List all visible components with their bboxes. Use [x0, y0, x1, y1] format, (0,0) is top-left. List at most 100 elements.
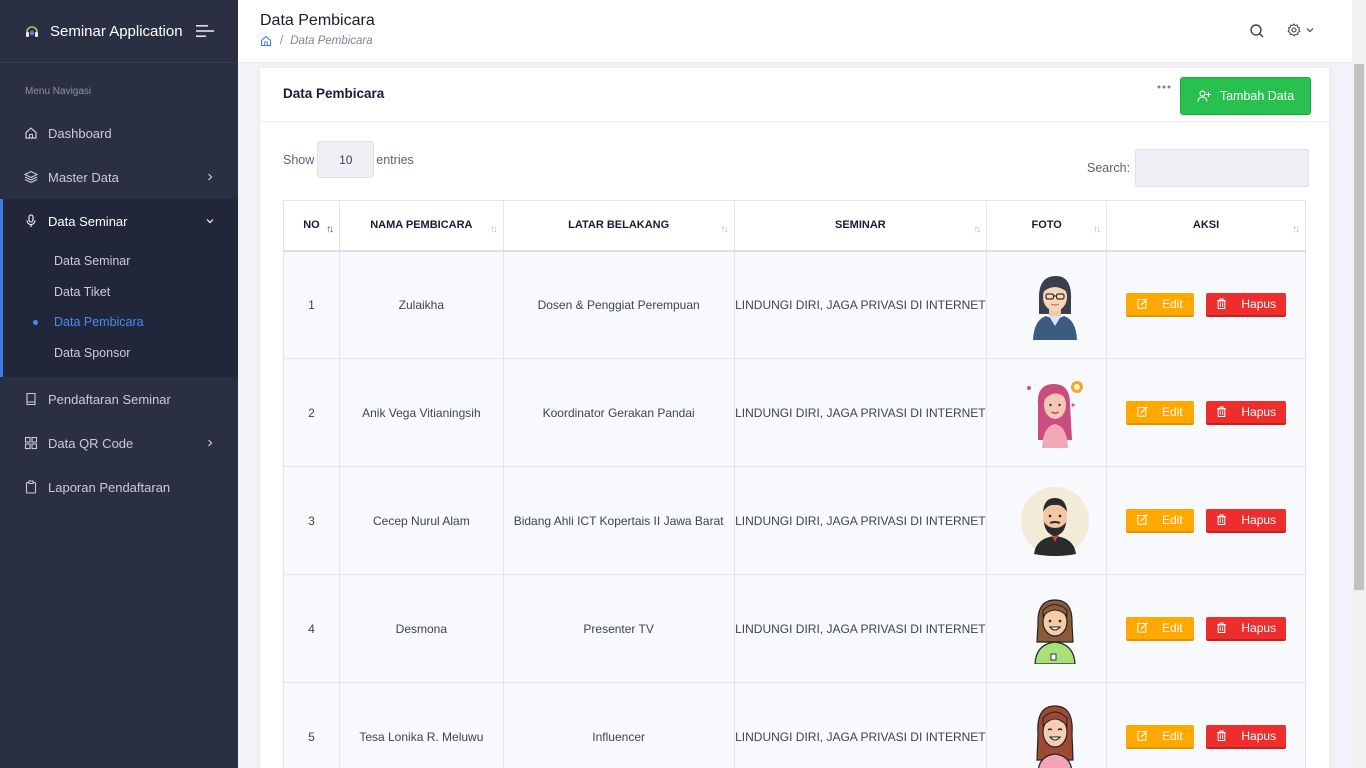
edit-button[interactable]: Edit — [1125, 400, 1194, 425]
submenu-item-data-pembicara[interactable]: Data Pembicara — [3, 307, 238, 338]
sidebar-item-pendaftaran-seminar[interactable]: Pendaftaran Seminar — [0, 377, 238, 421]
cell-latar: Bidang Ahli ICT Kopertais II Jawa Barat — [502, 466, 735, 575]
sidebar-group-data-seminar: Data Seminar Data Seminar Data Tiket Dat… — [0, 199, 238, 377]
brand: Seminar Application — [0, 0, 238, 63]
speaker-photo — [1020, 486, 1089, 556]
delete-button[interactable]: Hapus — [1206, 616, 1287, 641]
table-row: 4 Desmona Presenter TV LINDUNGI DIRI, JA… — [283, 574, 1306, 683]
edit-button[interactable]: Edit — [1125, 508, 1194, 533]
cell-nama: Anik Vega Vitianingsih — [338, 358, 504, 467]
speaker-photo — [1032, 275, 1077, 340]
add-data-button[interactable]: Tambah Data — [1180, 77, 1311, 115]
delete-button[interactable]: Hapus — [1206, 292, 1287, 317]
search-input[interactable] — [1135, 149, 1310, 187]
submenu-item-data-tiket[interactable]: Data Tiket — [3, 277, 238, 308]
cell-seminar: LINDUNGI DIRI, JAGA PRIVASI DI INTERNET — [733, 682, 988, 768]
cell-no: 3 — [283, 466, 340, 575]
edit-button[interactable]: Edit — [1125, 724, 1194, 749]
home-icon[interactable] — [260, 35, 272, 47]
cell-latar: Presenter TV — [502, 574, 735, 683]
delete-button[interactable]: Hapus — [1206, 400, 1287, 425]
add-data-label: Tambah Data — [1219, 89, 1295, 103]
sort-icon: ↑↓ — [489, 224, 498, 235]
trash-icon — [1217, 622, 1227, 633]
speaker-card: Data Pembicara Tambah Data Show 10 entri… — [260, 68, 1329, 768]
sidebar-item-master-data[interactable]: Master Data — [0, 155, 238, 199]
speaker-photo — [1026, 380, 1083, 448]
settings-menu[interactable] — [1287, 22, 1317, 38]
delete-label: Hapus — [1241, 296, 1277, 311]
chevron-right-icon — [208, 439, 213, 447]
cell-aksi: Edit Hapus — [1106, 250, 1306, 359]
cell-foto — [986, 682, 1108, 768]
trash-icon — [1217, 406, 1227, 417]
top-header: Data Pembicara / Data Pembicara — [238, 0, 1352, 63]
column-header-nama[interactable]: NAMA PEMBICARA ↑↓ — [338, 200, 504, 252]
edit-button[interactable]: Edit — [1125, 292, 1194, 317]
sort-icon: ↑↓ — [325, 224, 334, 235]
edit-icon — [1137, 622, 1148, 633]
sidebar-item-label: Pendaftaran Seminar — [48, 391, 171, 407]
column-header-latar[interactable]: LATAR BELAKANG ↑↓ — [502, 200, 735, 252]
speaker-photo — [1034, 598, 1076, 664]
cell-foto — [986, 574, 1108, 683]
cell-latar: Koordinator Gerakan Pandai — [502, 358, 735, 467]
edit-button[interactable]: Edit — [1125, 616, 1194, 641]
edit-icon — [1137, 730, 1148, 741]
search-icon[interactable] — [1249, 23, 1265, 39]
submenu-item-data-sponsor[interactable]: Data Sponsor — [3, 338, 238, 369]
clipboard-icon — [24, 480, 38, 494]
user-plus-icon — [1197, 90, 1211, 102]
cell-seminar: LINDUNGI DIRI, JAGA PRIVASI DI INTERNET — [733, 574, 988, 683]
delete-label: Hapus — [1241, 620, 1277, 635]
grid-icon — [24, 436, 38, 450]
chevron-down-icon — [1306, 28, 1314, 33]
submenu-item-data-seminar[interactable]: Data Seminar — [3, 246, 238, 277]
sidebar-item-data-qr-code[interactable]: Data QR Code — [0, 421, 238, 465]
card-title: Data Pembicara — [283, 86, 385, 101]
table-header-row: NO ↑↓ NAMA PEMBICARA ↑↓ LATAR BELAKANG ↑↓ S… — [283, 200, 1306, 252]
cell-seminar: LINDUNGI DIRI, JAGA PRIVASI DI INTERNET — [733, 250, 988, 359]
column-header-foto[interactable]: FOTO ↑↓ — [986, 200, 1108, 252]
delete-button[interactable]: Hapus — [1206, 508, 1287, 533]
search-label: Search: — [1087, 161, 1131, 175]
sidebar-item-label: Data Seminar — [48, 213, 128, 229]
delete-label: Hapus — [1241, 512, 1277, 527]
menu-toggle-icon[interactable] — [196, 24, 214, 38]
cell-aksi: Edit Hapus — [1106, 358, 1306, 467]
delete-button[interactable]: Hapus — [1206, 724, 1287, 749]
delete-label: Hapus — [1241, 404, 1277, 419]
book-icon — [24, 392, 38, 406]
column-header-seminar[interactable]: SEMINAR ↑↓ — [733, 200, 988, 252]
breadcrumb-separator: / — [280, 35, 284, 47]
more-options-icon[interactable] — [1157, 84, 1171, 90]
edit-label: Edit — [1162, 296, 1183, 311]
entries-select[interactable]: 10 — [317, 141, 375, 178]
table-search: Search: — [1087, 149, 1310, 187]
cell-no: 2 — [283, 358, 340, 467]
cell-latar: Influencer — [502, 682, 735, 768]
sidebar-item-label: Master Data — [48, 169, 119, 185]
cell-seminar: LINDUNGI DIRI, JAGA PRIVASI DI INTERNET — [733, 358, 988, 467]
edit-icon — [1137, 514, 1148, 525]
sidebar-item-label: Laporan Pendaftaran — [48, 479, 171, 495]
page-scrollbar[interactable] — [1352, 0, 1366, 768]
sidebar-item-dashboard[interactable]: Dashboard — [0, 111, 238, 155]
sidebar-item-data-seminar[interactable]: Data Seminar — [3, 199, 238, 243]
column-header-aksi[interactable]: AKSI ↑↓ — [1106, 200, 1306, 252]
trash-icon — [1217, 730, 1227, 741]
headset-logo-icon — [26, 26, 38, 37]
sidebar-item-label: Dashboard — [48, 125, 112, 141]
speaker-photo — [1036, 704, 1074, 768]
app-title: Seminar Application — [50, 22, 183, 40]
table-row: 1 Zulaikha Dosen & Penggiat Perempuan LI… — [283, 250, 1306, 359]
cell-foto — [986, 358, 1108, 467]
sidebar-item-laporan-pendaftaran[interactable]: Laporan Pendaftaran — [0, 465, 238, 509]
table-row: 5 Tesa Lonika R. Meluwu Influencer LINDU… — [283, 682, 1306, 768]
home-icon — [24, 126, 38, 140]
cell-nama: Zulaikha — [338, 250, 504, 359]
column-header-no[interactable]: NO ↑↓ — [283, 200, 340, 252]
edit-label: Edit — [1162, 620, 1183, 635]
mic-icon — [24, 214, 38, 228]
scrollbar-thumb[interactable] — [1354, 64, 1364, 590]
